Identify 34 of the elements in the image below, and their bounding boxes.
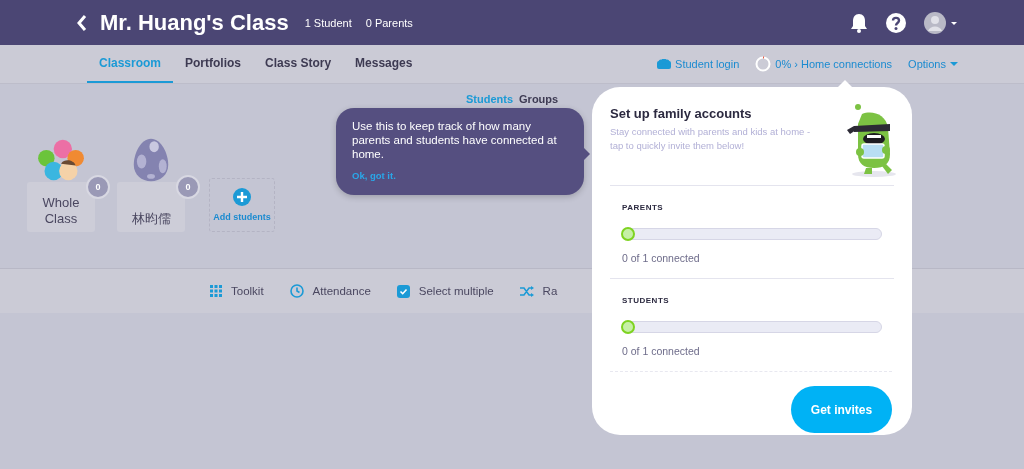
student-card[interactable]: 林昀儒 [117,182,185,232]
toolbar-button[interactable]: Attendance [289,284,371,298]
nav-tab[interactable]: Class Story [253,45,344,83]
connected-count: 0 of 1 connected [622,252,701,264]
account-menu-icon[interactable] [924,11,960,34]
tooltip-text: Use this to keep track of how many parents and students have connected at home. [352,119,558,161]
plus-icon [233,188,251,206]
toolbar-button[interactable]: Ra [519,285,558,297]
toolbar-button[interactable]: Select multiple [396,284,494,298]
section-label: PARENTS [622,203,665,212]
points-badge: 0 [86,175,110,199]
shuffle-icon [519,285,534,297]
clock-icon [289,284,304,298]
progress-ring-icon [755,56,772,72]
class-title: Mr. Huang's Class [100,9,289,36]
grid-icon [210,285,222,297]
view-toggle[interactable]: Groups [519,93,559,105]
notification-bell-icon[interactable] [850,12,868,33]
egg-avatar-icon [133,138,169,182]
nav-tab[interactable]: Messages [343,45,425,83]
popover-title: Set up family accounts [610,106,753,121]
nav-tab[interactable]: Portfolios [173,45,254,83]
student-card[interactable]: Whole Class [27,182,95,232]
toolbar-button[interactable]: Toolkit [210,285,264,297]
section-label: STUDENTS [622,296,671,305]
back-icon[interactable] [76,13,88,32]
checkbox-icon [396,284,410,298]
points-badge: 0 [176,175,200,199]
help-icon[interactable] [886,12,906,33]
connected-count: 0 of 1 connected [622,345,701,357]
parent-count: 0 Parents [365,16,413,29]
caret-icon [950,61,958,67]
popover-subtitle: Stay connected with parents and kids at home - tap to quickly invite them below! [610,125,812,153]
student-count: 1 Student [304,16,352,29]
